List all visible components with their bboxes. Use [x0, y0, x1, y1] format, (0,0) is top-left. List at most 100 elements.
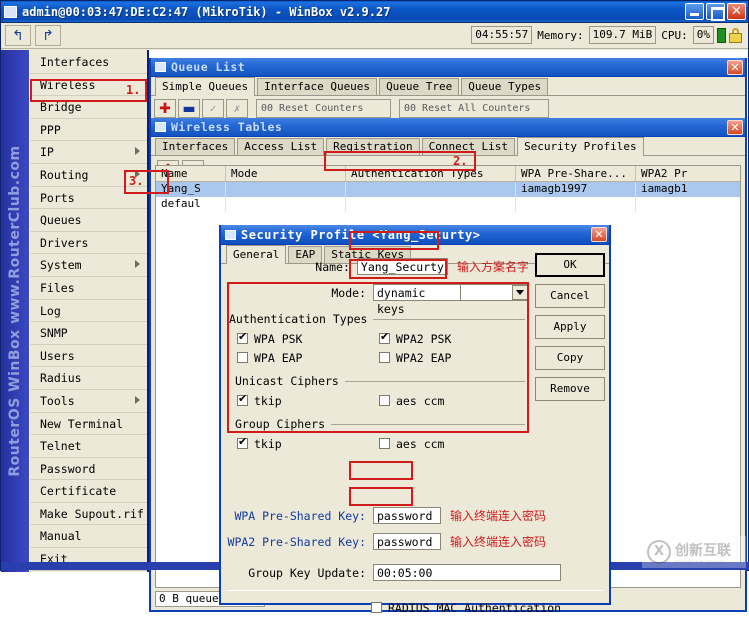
column-header[interactable]: Name	[156, 166, 226, 181]
wpa-eap-checkbox-row[interactable]: WPA EAP	[237, 349, 379, 366]
reset-counters-button[interactable]: 00 Reset Counters	[256, 99, 391, 118]
name-input[interactable]: Yang_Securty	[356, 258, 448, 275]
close-button[interactable]: ✕	[727, 3, 746, 20]
remove-button[interactable]: Remove	[535, 377, 605, 401]
minus-icon: ▬	[182, 100, 196, 117]
queue-remove-button[interactable]: ▬	[178, 99, 200, 118]
column-header[interactable]: Mode	[226, 166, 346, 181]
sidebar-item-drivers[interactable]: Drivers	[30, 232, 147, 255]
unicast-tkip-checkbox-row[interactable]: tkip	[237, 392, 379, 409]
queue-add-button[interactable]: ✚	[154, 99, 176, 118]
undo-button[interactable]: ↰	[5, 25, 31, 46]
tab-connect-list[interactable]: Connect List	[421, 138, 516, 155]
unicast-aes-checkbox-row[interactable]: aes ccm	[379, 392, 521, 409]
tab-security-profiles[interactable]: Security Profiles	[517, 137, 644, 156]
sidebar-item-manual[interactable]: Manual	[30, 525, 147, 549]
wireless-tables-close-button[interactable]: ✕	[727, 119, 743, 135]
wpa2-psk-checkbox-row[interactable]: WPA2 PSK	[379, 330, 521, 347]
apply-button[interactable]: Apply	[535, 315, 605, 339]
sidebar-item-certificate[interactable]: Certificate	[30, 480, 147, 503]
tab-registration[interactable]: Registration	[326, 138, 420, 155]
group-tkip-checkbox[interactable]	[237, 435, 248, 449]
column-header[interactable]: Authentication Types	[346, 166, 516, 181]
sidebar-item-files[interactable]: Files	[30, 277, 147, 300]
tab-interface-queues[interactable]: Interface Queues	[257, 78, 378, 95]
sidebar-item-label: Routing	[40, 167, 89, 182]
copy-button[interactable]: Copy	[535, 346, 605, 370]
mode-select[interactable]: dynamic keys	[373, 284, 529, 316]
wpa-eap-checkbox[interactable]	[237, 352, 248, 363]
sidebar-item-ip[interactable]: IP	[30, 141, 147, 164]
sidebar-item-ppp[interactable]: PPP	[30, 119, 147, 142]
ok-button[interactable]: OK	[535, 253, 605, 277]
sidebar-item-users[interactable]: Users	[30, 345, 147, 368]
wpa-key-input[interactable]: password	[373, 507, 441, 524]
group-aes-checkbox-row[interactable]: aes ccm	[379, 435, 521, 452]
sidebar-item-label: Password	[40, 461, 96, 476]
column-header[interactable]: WPA Pre-Share...	[516, 166, 636, 181]
queue-enable-button[interactable]: ✓	[202, 99, 224, 118]
sidebar-item-interfaces[interactable]: Interfaces	[30, 51, 147, 74]
queue-list-close-button[interactable]: ✕	[727, 59, 743, 75]
winbox-main-window: admin@00:03:47:DE:C2:47 (MikroTik) - Win…	[0, 0, 749, 615]
wpa2-psk-checkbox[interactable]	[379, 330, 390, 344]
group-key-update-input[interactable]: 00:05:00	[373, 564, 561, 581]
sidebar-item-password[interactable]: Password	[30, 458, 147, 481]
queue-disable-button[interactable]: ✗	[226, 99, 248, 118]
tab-queue-tree[interactable]: Queue Tree	[379, 78, 460, 95]
chevron-down-icon[interactable]	[512, 285, 528, 300]
unicast-aes-checkbox[interactable]	[379, 395, 390, 406]
wpa2-eap-checkbox[interactable]	[379, 352, 390, 363]
table-row[interactable]: Yang_S iamagb1997 iamagb1	[156, 182, 740, 197]
sidebar-item-label: Log	[40, 303, 61, 318]
wpa-psk-checkbox[interactable]	[237, 330, 248, 344]
sidebar-item-make-supout-rif[interactable]: Make Supout.rif	[30, 503, 147, 526]
wpa2-key-annotation: 输入终端连入密码	[450, 535, 547, 549]
sidebar-item-queues[interactable]: Queues	[30, 209, 147, 232]
sidebar-item-log[interactable]: Log	[30, 300, 147, 323]
table-body: Yang_S iamagb1997 iamagb1 defaul	[156, 182, 740, 212]
submenu-arrow-icon	[135, 260, 140, 269]
sidebar-item-new-terminal[interactable]: New Terminal	[30, 413, 147, 436]
maximize-button[interactable]	[706, 3, 725, 21]
tab-access-list[interactable]: Access List	[237, 138, 325, 155]
group-aes-checkbox[interactable]	[379, 438, 390, 449]
sidebar-item-label: System	[40, 258, 82, 273]
wpa-psk-checkbox-row[interactable]: WPA PSK	[237, 330, 379, 347]
wpa2-key-input[interactable]: password	[373, 533, 441, 550]
tab-queue-types[interactable]: Queue Types	[461, 78, 549, 95]
minimize-button[interactable]	[685, 3, 704, 20]
table-cell-mode	[226, 182, 346, 197]
table-row[interactable]: defaul	[156, 197, 740, 212]
security-profile-icon	[225, 229, 236, 240]
unicast-tkip-checkbox[interactable]	[237, 392, 248, 406]
reset-all-counters-button[interactable]: 00 Reset All Counters	[399, 99, 549, 118]
sidebar-item-system[interactable]: System	[30, 254, 147, 277]
window-controls: ✕	[685, 3, 746, 21]
radius-mac-checkbox[interactable]	[371, 602, 382, 613]
group-tkip-checkbox-row[interactable]: tkip	[237, 435, 379, 452]
tab-interfaces[interactable]: Interfaces	[155, 138, 236, 155]
main-toolbar: ↰ ↱ 04:55:57 Memory: 109.7 MiB CPU: 0%	[1, 23, 748, 49]
sidebar-item-telnet[interactable]: Telnet	[30, 435, 147, 458]
wpa2-eap-checkbox-row[interactable]: WPA2 EAP	[379, 349, 521, 366]
unicast-tkip-label: tkip	[254, 393, 282, 408]
sidebar-item-tools[interactable]: Tools	[30, 390, 147, 413]
close-icon: ✕	[731, 4, 742, 19]
table-cell-name: defaul	[156, 197, 226, 212]
group-key-update-label: Group Key Update:	[248, 565, 366, 580]
sidebar-item-radius[interactable]: Radius	[30, 367, 147, 390]
sidebar-item-snmp[interactable]: SNMP	[30, 322, 147, 345]
column-header[interactable]: WPA2 Pr	[636, 166, 740, 181]
redo-button[interactable]: ↱	[35, 25, 61, 46]
radius-mac-checkbox-row[interactable]: RADIUS MAC Authentication	[371, 599, 609, 616]
watermark-text: 创新互联	[675, 542, 731, 559]
sidebar-item-ports[interactable]: Ports	[30, 187, 147, 210]
sidebar-item-bridge[interactable]: Bridge	[30, 96, 147, 119]
tab-simple-queues[interactable]: Simple Queues	[155, 77, 256, 96]
group-ciphers-legend: Group Ciphers	[235, 417, 326, 431]
sidebar-watermark-text: RouterOS WinBox www.RouterClub.com	[7, 145, 23, 477]
cancel-button[interactable]: Cancel	[535, 284, 605, 308]
status-indicators: 04:55:57 Memory: 109.7 MiB CPU: 0%	[471, 26, 742, 44]
security-profile-close-button[interactable]: ✕	[591, 227, 607, 242]
